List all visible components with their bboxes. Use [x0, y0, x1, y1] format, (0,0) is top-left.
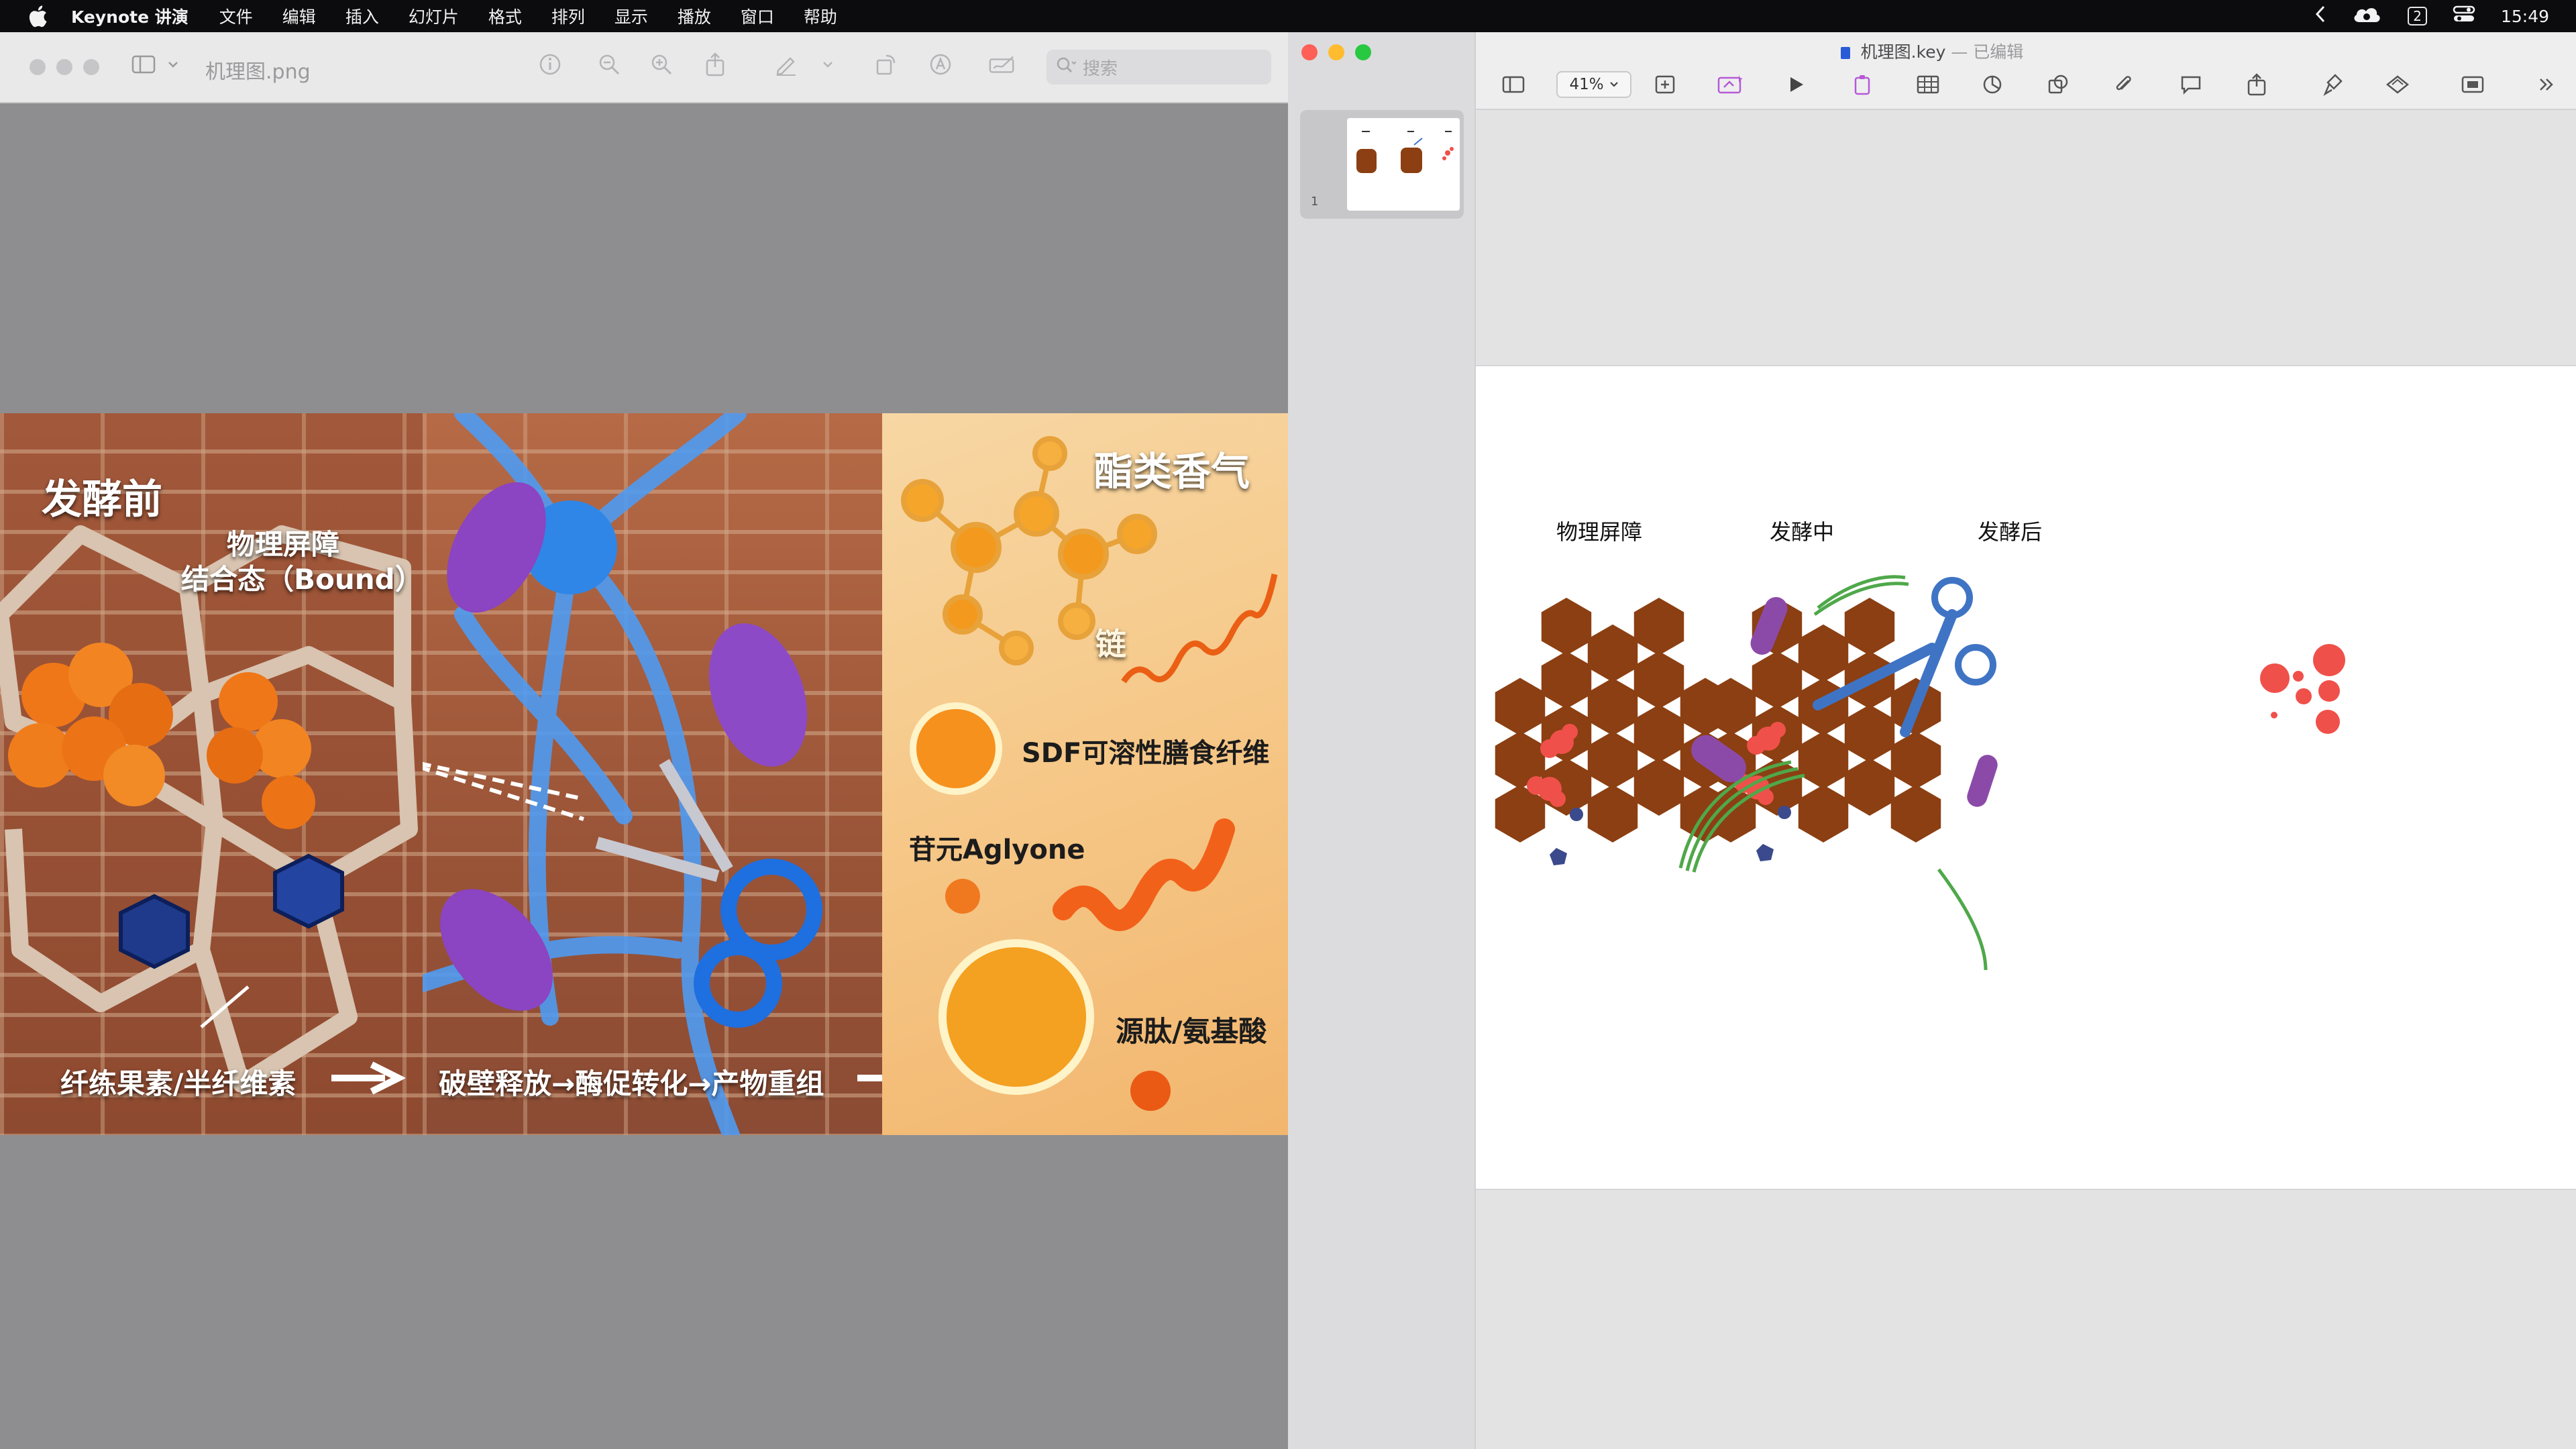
- keynote-title-bar: 机理图.key — 已编辑: [1288, 39, 2576, 63]
- aglycone-label: 苷元Aglyone: [909, 835, 1085, 865]
- document-inspector-icon[interactable]: [2458, 71, 2487, 98]
- play-icon[interactable]: [1782, 71, 1811, 98]
- apple-menu-icon[interactable]: [24, 3, 51, 30]
- table-icon[interactable]: [1913, 71, 1943, 98]
- panel-before-fermentation: 发酵前 物理屏障 结合态（Bound） 纤练果素/半纤维素: [0, 413, 423, 1135]
- menu-play[interactable]: 播放: [678, 4, 711, 28]
- minimize-button[interactable]: [56, 59, 72, 75]
- keynote-window: 1 机理图.key — 已编辑 41% 物理屏障 发酵中 发酵后: [1288, 32, 2576, 1449]
- annotate-icon[interactable]: [927, 51, 954, 78]
- control-center-icon[interactable]: [2453, 5, 2475, 28]
- zoom-button[interactable]: [83, 59, 99, 75]
- panel3-heading: 酯类香气: [1094, 449, 1250, 494]
- keynote-live-icon[interactable]: [1847, 71, 1877, 98]
- peptide-label: 源肽/氨基酸: [1116, 1015, 1267, 1048]
- signature-icon[interactable]: [989, 51, 1016, 78]
- chevron-down-icon[interactable]: [820, 51, 836, 78]
- mechanism-illustration: 发酵前 物理屏障 结合态（Bound） 纤练果素/半纤维素 破壁释放→酶促转化→…: [0, 413, 1288, 1135]
- slide-navigator: 1: [1288, 32, 1476, 1449]
- search-placeholder: 搜索: [1083, 58, 1118, 79]
- process-label: 破壁释放→酶促转化→产物重组: [439, 1067, 824, 1100]
- bottom-left-label: 纤练果素/半纤维素: [60, 1067, 297, 1100]
- clock-time[interactable]: 15:49: [2501, 7, 2549, 26]
- slide-thumbnail-number: 1: [1311, 195, 1319, 209]
- window-controls: [30, 59, 99, 75]
- keynote-toolbar: 机理图.key — 已编辑 41%: [1476, 32, 2576, 110]
- menu-window[interactable]: 窗口: [741, 4, 774, 28]
- panel-during-fermentation: 破壁释放→酶促转化→产物重组: [423, 413, 919, 1135]
- slide-thumbnail[interactable]: 1: [1300, 110, 1464, 219]
- aglycone-worm: [1053, 818, 1235, 931]
- markup-pen-icon[interactable]: [773, 51, 800, 78]
- shape-icon[interactable]: [2043, 71, 2073, 98]
- zoom-select[interactable]: 41%: [1556, 71, 1631, 98]
- comment-icon[interactable]: [2176, 71, 2206, 98]
- view-sidebar-icon[interactable]: [1499, 71, 1528, 98]
- hyphae-network: [423, 413, 822, 1135]
- format-brush-icon[interactable]: [2318, 71, 2348, 98]
- cloud-icon[interactable]: [2351, 3, 2382, 29]
- share-icon[interactable]: [702, 51, 729, 78]
- info-icon[interactable]: [537, 51, 564, 78]
- menu-file[interactable]: 文件: [219, 4, 253, 28]
- sdf-label: SDF可溶性膳食纤维: [1022, 738, 1270, 769]
- barrier-label-2: 结合态（Bound）: [181, 563, 423, 596]
- menu-app-name[interactable]: Keynote 讲演: [71, 4, 189, 28]
- slide-artwork: [1483, 575, 2345, 971]
- panel1-heading: 发酵前: [42, 476, 162, 523]
- arrow-right-icon: [331, 1061, 405, 1095]
- menu-edit[interactable]: 编辑: [282, 4, 316, 28]
- menu-bar: Keynote 讲演 文件 编辑 插入 幻灯片 格式 排列 显示 播放 窗口 帮…: [0, 0, 2576, 32]
- chevron-down-icon[interactable]: [165, 51, 181, 78]
- media-attachment-icon[interactable]: [2109, 71, 2139, 98]
- more-chevron-icon[interactable]: [2532, 71, 2561, 98]
- hexagon-cell-grid-left[interactable]: [1483, 590, 1743, 849]
- zoom-value: 41%: [1569, 76, 1604, 93]
- peptide-sphere: [938, 939, 1094, 1095]
- zoom-in-icon[interactable]: [648, 51, 675, 78]
- keynote-document-title: 机理图.key: [1860, 42, 1946, 62]
- edited-status: 已编辑: [1973, 42, 2024, 62]
- sidebar-toggle-icon[interactable]: [131, 51, 158, 78]
- close-button[interactable]: [30, 59, 46, 75]
- blue-hexagon-crystals: [119, 853, 344, 969]
- document-title: 机理图.png: [205, 60, 311, 84]
- preview-window: 机理图.png 搜索 发酵前 物理屏障 结合态（Bound） 纤练果素/半纤维素…: [0, 32, 1288, 1449]
- search-icon: [1056, 56, 1077, 78]
- menu-arrange[interactable]: 排列: [551, 4, 585, 28]
- menu-insert[interactable]: 插入: [345, 4, 379, 28]
- menu-format[interactable]: 格式: [488, 4, 522, 28]
- menu-help[interactable]: 帮助: [804, 4, 837, 28]
- panel-after-fermentation: 链 酯类香气 SDF可溶性膳食纤维 苷元Aglyone 源肽/氨基酸: [882, 413, 1288, 1135]
- chevron-down-icon: [1609, 82, 1618, 87]
- slide-canvas[interactable]: 物理屏障 发酵中 发酵后: [1476, 365, 2576, 1190]
- menu-view[interactable]: 显示: [614, 4, 648, 28]
- zoom-out-icon[interactable]: [596, 51, 623, 78]
- slide-thumbnail-preview: [1347, 118, 1460, 211]
- scissors-icon: [595, 759, 822, 1028]
- preview-toolbar: 机理图.png 搜索: [0, 32, 1288, 103]
- rotate-icon[interactable]: [872, 51, 899, 78]
- molecule-label: 链: [1095, 626, 1126, 662]
- zigzag-chain: [1121, 574, 1278, 684]
- add-slide-icon[interactable]: [1650, 71, 1680, 98]
- search-field[interactable]: 搜索: [1046, 50, 1271, 85]
- share-icon[interactable]: [2242, 71, 2271, 98]
- red-particle-cluster-right[interactable]: [2260, 644, 2345, 734]
- animate-icon[interactable]: [2383, 71, 2412, 98]
- desktop-number-badge[interactable]: 2: [2408, 7, 2427, 25]
- document-icon: [1840, 47, 1850, 59]
- sdf-sphere: [910, 702, 1002, 795]
- menu-slide[interactable]: 幻灯片: [409, 4, 459, 28]
- magic-move-icon[interactable]: [1716, 71, 1746, 98]
- chart-icon[interactable]: [1978, 71, 2007, 98]
- chevron-left-icon[interactable]: [2315, 5, 2326, 27]
